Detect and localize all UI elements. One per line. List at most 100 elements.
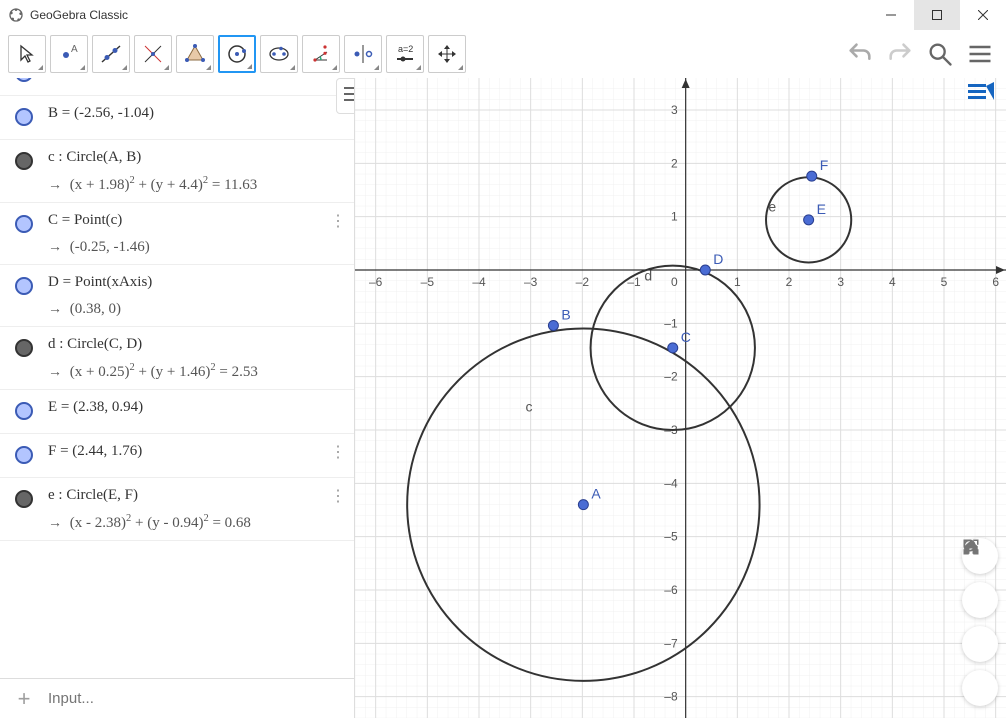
algebra-row[interactable]: F = (2.44, 1.76)⋮ xyxy=(0,434,354,478)
object-visibility-toggle[interactable] xyxy=(0,271,48,295)
svg-text:–5: –5 xyxy=(421,275,435,289)
window-close-button[interactable] xyxy=(960,0,1006,30)
algebra-definition: A = (-1.98, -4.4) xyxy=(48,78,346,81)
svg-text:–7: –7 xyxy=(664,636,678,650)
toolbar: A a=2 xyxy=(0,30,1006,78)
algebra-definition: D = Point(xAxis)→ (0.38, 0) xyxy=(48,271,346,320)
zoom-out-button[interactable] xyxy=(962,626,998,662)
svg-text:3: 3 xyxy=(837,275,844,289)
algebra-row[interactable]: c : Circle(A, B)→ (x + 1.98)2 + (y + 4.4… xyxy=(0,140,354,203)
svg-text:E: E xyxy=(817,201,826,217)
svg-text:2: 2 xyxy=(671,156,678,170)
point-D[interactable] xyxy=(700,265,710,275)
graphics-settings-toggle[interactable] xyxy=(966,80,1000,110)
svg-text:C: C xyxy=(681,329,691,345)
algebra-row[interactable]: C = Point(c)→ (-0.25, -1.46)⋮ xyxy=(0,203,354,265)
svg-text:c: c xyxy=(526,398,533,414)
algebra-definition: E = (2.38, 0.94) xyxy=(48,396,346,419)
svg-text:B: B xyxy=(561,306,570,322)
object-visibility-toggle[interactable] xyxy=(0,484,48,508)
svg-text:–2: –2 xyxy=(576,275,590,289)
algebra-definition: B = (-2.56, -1.04) xyxy=(48,102,346,125)
svg-text:A: A xyxy=(71,44,78,55)
algebra-row[interactable]: d : Circle(C, D)→ (x + 0.25)2 + (y + 1.4… xyxy=(0,327,354,390)
svg-text:F: F xyxy=(820,157,829,173)
app-title: GeoGebra Classic xyxy=(30,8,868,22)
object-visibility-toggle[interactable] xyxy=(0,146,48,170)
svg-text:0: 0 xyxy=(671,275,678,289)
svg-text:1: 1 xyxy=(734,275,741,289)
svg-text:3: 3 xyxy=(671,103,678,117)
algebra-row[interactable]: D = Point(xAxis)→ (0.38, 0) xyxy=(0,265,354,327)
algebra-row[interactable]: E = (2.38, 0.94) xyxy=(0,390,354,434)
svg-text:A: A xyxy=(591,486,601,502)
svg-text:2: 2 xyxy=(786,275,793,289)
svg-text:–6: –6 xyxy=(664,583,678,597)
algebra-view-toggle[interactable] xyxy=(336,78,355,114)
object-visibility-toggle[interactable] xyxy=(0,102,48,126)
object-visibility-toggle[interactable] xyxy=(0,440,48,464)
object-visibility-toggle[interactable] xyxy=(0,209,48,233)
algebra-view: A = (-1.98, -4.4) B = (-2.56, -1.04) c : C… xyxy=(0,78,355,718)
svg-text:–2: –2 xyxy=(664,370,678,384)
algebra-definition: d : Circle(C, D)→ (x + 0.25)2 + (y + 1.4… xyxy=(48,333,346,383)
svg-text:e: e xyxy=(768,198,776,214)
row-menu-button[interactable]: ⋮ xyxy=(330,486,346,506)
graphics-view[interactable]: –6–5–4–3–2–1123456–8–7–6–5–4–3–2–11230cd… xyxy=(355,78,1006,718)
tool-move-view[interactable] xyxy=(428,35,466,73)
input-field[interactable] xyxy=(48,682,354,715)
titlebar: GeoGebra Classic xyxy=(0,0,1006,30)
tool-slider[interactable]: a=2 xyxy=(386,35,424,73)
svg-text:1: 1 xyxy=(671,210,678,224)
row-menu-button[interactable]: ⋮ xyxy=(330,211,346,231)
tool-circle[interactable] xyxy=(218,35,256,73)
redo-button[interactable] xyxy=(882,36,918,72)
svg-text:–6: –6 xyxy=(369,275,383,289)
window-minimize-button[interactable] xyxy=(868,0,914,30)
tool-pointer[interactable] xyxy=(8,35,46,73)
svg-text:D: D xyxy=(713,251,723,267)
tool-perpendicular[interactable] xyxy=(134,35,172,73)
undo-button[interactable] xyxy=(842,36,878,72)
fullscreen-button[interactable] xyxy=(962,670,998,706)
svg-text:a=2: a=2 xyxy=(398,44,413,54)
point-A[interactable] xyxy=(578,500,588,510)
menu-button[interactable] xyxy=(962,36,998,72)
tool-line[interactable] xyxy=(92,35,130,73)
svg-text:5: 5 xyxy=(941,275,948,289)
algebra-row[interactable]: e : Circle(E, F)→ (x - 2.38)2 + (y - 0.9… xyxy=(0,478,354,541)
zoom-in-button[interactable] xyxy=(962,582,998,618)
svg-text:6: 6 xyxy=(992,275,999,289)
object-visibility-toggle[interactable] xyxy=(0,78,48,82)
tool-ellipse[interactable] xyxy=(260,35,298,73)
svg-text:d: d xyxy=(644,268,652,284)
point-C[interactable] xyxy=(668,343,678,353)
tool-polygon[interactable] xyxy=(176,35,214,73)
algebra-definition: e : Circle(E, F)→ (x - 2.38)2 + (y - 0.9… xyxy=(48,484,346,534)
algebra-row[interactable]: B = (-2.56, -1.04) xyxy=(0,96,354,140)
svg-text:–5: –5 xyxy=(664,530,678,544)
svg-text:4: 4 xyxy=(889,275,896,289)
algebra-definition: F = (2.44, 1.76) xyxy=(48,440,346,463)
app-logo-icon xyxy=(8,7,24,23)
row-menu-button[interactable]: ⋮ xyxy=(330,442,346,462)
svg-text:–4: –4 xyxy=(664,476,678,490)
tool-angle[interactable] xyxy=(302,35,340,73)
object-visibility-toggle[interactable] xyxy=(0,396,48,420)
algebra-row[interactable]: A = (-1.98, -4.4) xyxy=(0,78,354,96)
window-maximize-button[interactable] xyxy=(914,0,960,30)
point-F[interactable] xyxy=(807,171,817,181)
algebra-definition: C = Point(c)→ (-0.25, -1.46) xyxy=(48,209,346,258)
tool-reflect[interactable] xyxy=(344,35,382,73)
search-button[interactable] xyxy=(922,36,958,72)
point-B[interactable] xyxy=(548,320,558,330)
tool-point[interactable]: A xyxy=(50,35,88,73)
point-E[interactable] xyxy=(804,215,814,225)
svg-text:–1: –1 xyxy=(664,316,678,330)
input-bar: + xyxy=(0,678,354,718)
svg-text:–8: –8 xyxy=(664,690,678,704)
algebra-definition: c : Circle(A, B)→ (x + 1.98)2 + (y + 4.4… xyxy=(48,146,346,196)
svg-text:–3: –3 xyxy=(524,275,538,289)
object-visibility-toggle[interactable] xyxy=(0,333,48,357)
add-input-button[interactable]: + xyxy=(0,686,48,712)
